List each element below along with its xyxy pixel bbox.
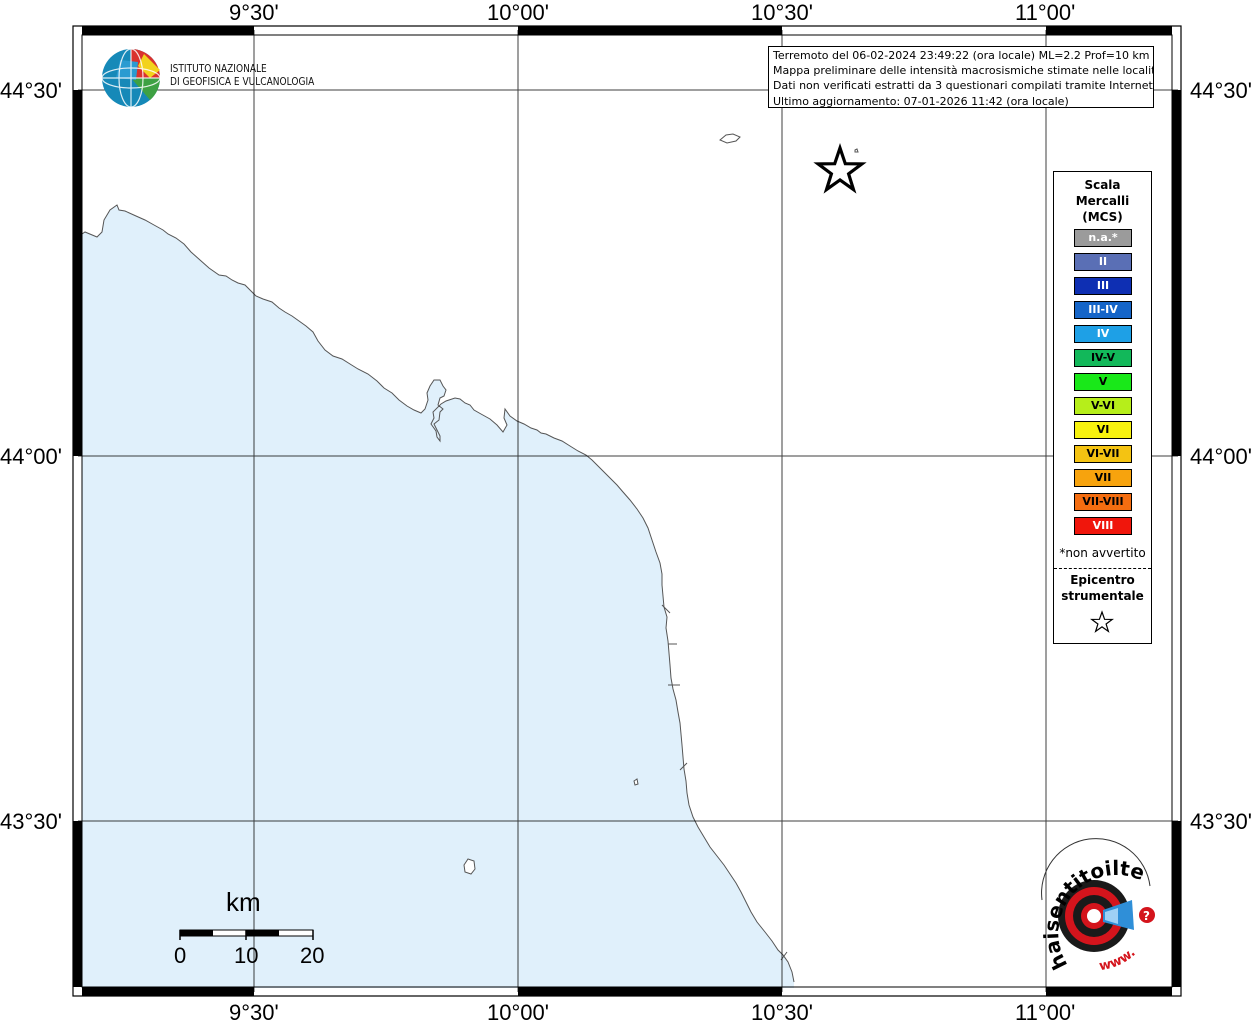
scale-tick-10: 10 xyxy=(234,943,259,968)
mcs-legend: Scala Mercalli (MCS) n.a.* II III III-IV IV I… xyxy=(1053,171,1152,644)
info-line-3: Dati non verificati estratti da 3 questi… xyxy=(773,79,1154,93)
top-label-2: 10°00' xyxy=(487,0,549,25)
info-line-1: Terremoto del 06-02-2024 23:49:22 (ora l… xyxy=(773,49,1150,62)
ingv-line-2: DI GEOFISICA E VULCANOLOGIA xyxy=(170,76,315,88)
legend-item: III xyxy=(1074,277,1132,295)
info-line-2: Mappa preliminare delle intensità macros… xyxy=(773,64,1154,78)
legend-item: VII xyxy=(1074,469,1132,487)
legend-separator xyxy=(1054,568,1151,569)
left-label-1: 44°30' xyxy=(0,78,62,103)
top-label-4: 11°00' xyxy=(1015,0,1076,25)
legend-item: V-VI xyxy=(1074,397,1132,415)
ingv-line-1: ISTITUTO NAZIONALE xyxy=(170,63,267,75)
right-label-2: 44°00' xyxy=(1190,444,1252,469)
right-label-1: 44°30' xyxy=(1190,78,1252,103)
legend-item: n.a.* xyxy=(1074,229,1132,247)
ingv-logo-text: ISTITUTO NAZIONALE DI GEOFISICA E VULCAN… xyxy=(170,63,314,89)
top-label-1: 9°30' xyxy=(229,0,279,25)
legend-star-icon xyxy=(1090,610,1114,633)
scale-tick-0: 0 xyxy=(174,943,187,968)
info-line-4: Ultimo aggiornamento: 07-01-2026 11:42 (… xyxy=(773,94,1069,108)
island-gorgona xyxy=(719,133,741,144)
bottom-label-3: 10°30' xyxy=(751,1000,813,1025)
scale-tick-20: 20 xyxy=(300,943,325,968)
legend-item: VIII xyxy=(1074,517,1132,535)
legend-epicenter-label: Epicentro strumentale xyxy=(1061,573,1144,603)
top-label-3: 10°30' xyxy=(751,0,813,25)
legend-item: V xyxy=(1074,373,1132,391)
event-info-box: Terremoto del 06-02-2024 23:49:22 (ora l… xyxy=(768,46,1154,108)
legend-item: IV xyxy=(1074,325,1132,343)
bottom-label-2: 10°00' xyxy=(487,1000,549,1025)
legend-title: Scala Mercalli (MCS) xyxy=(1075,178,1130,224)
legend-item: VII-VIII xyxy=(1074,493,1132,511)
bottom-label-1: 9°30' xyxy=(229,1000,279,1025)
epicenter-star xyxy=(813,142,867,194)
left-label-2: 44°00' xyxy=(0,444,62,469)
bottom-label-4: 11°00' xyxy=(1015,1000,1076,1025)
legend-item: VI xyxy=(1074,421,1132,439)
island-islet xyxy=(854,148,859,153)
ingv-logo-icon xyxy=(101,48,161,108)
legend-item: II xyxy=(1074,253,1132,271)
sea-area xyxy=(82,205,794,988)
scale-unit: km xyxy=(226,887,261,917)
right-label-3: 43°30' xyxy=(1190,809,1252,834)
legend-item: VI-VII xyxy=(1074,445,1132,463)
legend-note: *non avvertito xyxy=(1059,546,1146,560)
left-label-3: 43°30' xyxy=(0,809,62,834)
legend-item: III-IV xyxy=(1074,301,1132,319)
legend-item: IV-V xyxy=(1074,349,1132,367)
svg-text:?: ? xyxy=(1143,909,1150,923)
